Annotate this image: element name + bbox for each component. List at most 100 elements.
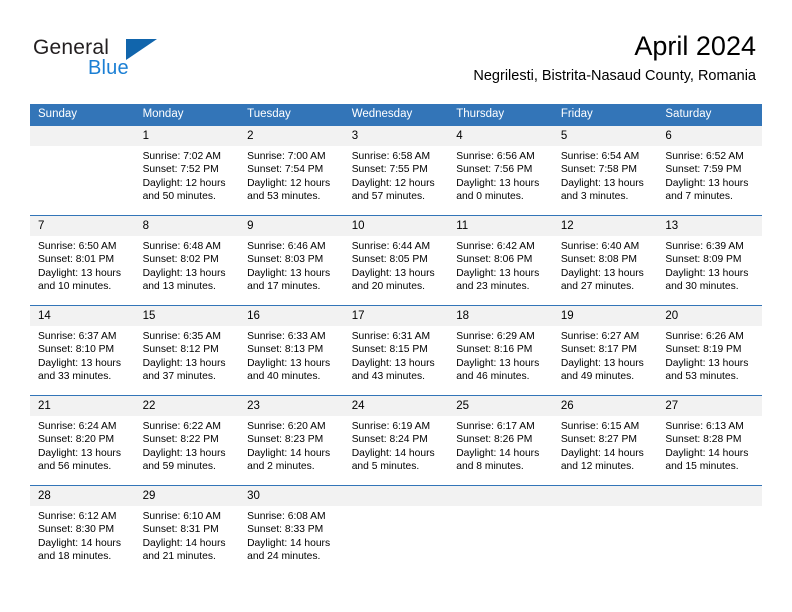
calendar-day-cell[interactable]: 27 Sunrise: 6:13 AM Sunset: 8:28 PM Dayl…	[657, 395, 762, 486]
day-details: Sunrise: 6:35 AM Sunset: 8:12 PM Dayligh…	[135, 326, 240, 383]
calendar-day-cell[interactable]: 8 Sunrise: 6:48 AM Sunset: 8:02 PM Dayli…	[134, 215, 240, 306]
daylight-text-line2: and 20 minutes.	[351, 280, 425, 292]
sunset-text: Sunset: 8:05 PM	[351, 254, 428, 266]
calendar-day-cell[interactable]: 20 Sunrise: 6:26 AM Sunset: 8:19 PM Dayl…	[657, 305, 762, 396]
calendar-day-cell[interactable]: 21 Sunrise: 6:24 AM Sunset: 8:20 PM Dayl…	[30, 395, 135, 486]
daylight-text-line1: Daylight: 13 hours	[665, 357, 749, 369]
calendar-day-cell[interactable]: 13 Sunrise: 6:39 AM Sunset: 8:09 PM Dayl…	[657, 215, 762, 306]
day-cell-inner: 1 Sunrise: 7:02 AM Sunset: 7:52 PM Dayli…	[134, 126, 240, 215]
calendar-day-cell[interactable]: 4 Sunrise: 6:56 AM Sunset: 7:56 PM Dayli…	[448, 126, 553, 216]
day-details: Sunrise: 6:40 AM Sunset: 8:08 PM Dayligh…	[553, 236, 658, 293]
calendar-day-cell[interactable]: 19 Sunrise: 6:27 AM Sunset: 8:17 PM Dayl…	[552, 305, 658, 396]
calendar-day-cell[interactable]: 16 Sunrise: 6:33 AM Sunset: 8:13 PM Dayl…	[239, 305, 344, 396]
sunrise-text: Sunrise: 6:22 AM	[142, 421, 221, 432]
daylight-text-line1: Daylight: 13 hours	[560, 177, 644, 189]
daylight-text-line2: and 7 minutes.	[665, 190, 733, 202]
daylight-text-line1: Daylight: 13 hours	[351, 267, 435, 279]
sunrise-text: Sunrise: 6:58 AM	[351, 151, 431, 162]
daylight-text-line1: Daylight: 14 hours	[38, 537, 121, 549]
calendar-day-cell[interactable]	[657, 485, 762, 575]
calendar-day-cell[interactable]: 22 Sunrise: 6:22 AM Sunset: 8:22 PM Dayl…	[134, 395, 240, 486]
sunrise-text: Sunrise: 6:17 AM	[456, 421, 535, 432]
calendar-day-cell[interactable]: 6 Sunrise: 6:52 AM Sunset: 7:59 PM Dayli…	[657, 126, 762, 216]
sunrise-text: Sunrise: 6:31 AM	[351, 331, 431, 342]
day-number: 16	[239, 306, 344, 326]
day-details: Sunrise: 6:27 AM Sunset: 8:17 PM Dayligh…	[553, 326, 658, 383]
location-subtitle: Negrilesti, Bistrita-Nasaud County, Roma…	[473, 68, 756, 84]
day-cell-inner: 10 Sunrise: 6:44 AM Sunset: 8:05 PM Dayl…	[343, 216, 449, 305]
sunset-text: Sunset: 8:09 PM	[665, 254, 742, 266]
brand-logo[interactable]: General Blue	[33, 36, 233, 86]
day-number: 23	[239, 396, 344, 416]
day-details: Sunrise: 6:24 AM Sunset: 8:20 PM Dayligh…	[30, 416, 135, 473]
calendar-day-cell[interactable]: 7 Sunrise: 6:50 AM Sunset: 8:01 PM Dayli…	[30, 215, 135, 306]
calendar-day-cell[interactable]: 28 Sunrise: 6:12 AM Sunset: 8:30 PM Dayl…	[30, 485, 135, 575]
day-details: Sunrise: 6:19 AM Sunset: 8:24 PM Dayligh…	[344, 416, 449, 473]
sunrise-text: Sunrise: 6:40 AM	[560, 241, 640, 252]
day-cell-inner	[343, 486, 449, 575]
page-header: General Blue April 2024 Negrilesti, Bist…	[0, 0, 792, 100]
day-number: 17	[343, 306, 449, 326]
calendar-day-cell[interactable]: 18 Sunrise: 6:29 AM Sunset: 8:16 PM Dayl…	[448, 305, 553, 396]
day-details: Sunrise: 6:20 AM Sunset: 8:23 PM Dayligh…	[239, 416, 344, 473]
calendar-day-cell[interactable]: 26 Sunrise: 6:15 AM Sunset: 8:27 PM Dayl…	[552, 395, 658, 486]
daylight-text-line2: and 8 minutes.	[456, 460, 524, 472]
day-number	[448, 486, 553, 506]
day-number: 11	[448, 216, 553, 236]
calendar-page: General Blue April 2024 Negrilesti, Bist…	[0, 0, 792, 612]
sunrise-text: Sunrise: 6:44 AM	[351, 241, 431, 252]
calendar-day-cell[interactable]: 30 Sunrise: 6:08 AM Sunset: 8:33 PM Dayl…	[239, 485, 344, 575]
daylight-text-line2: and 12 minutes.	[560, 460, 635, 472]
daylight-text-line2: and 33 minutes.	[38, 370, 112, 382]
sunset-text: Sunset: 8:22 PM	[142, 434, 219, 446]
calendar-day-cell[interactable]	[343, 485, 449, 575]
daylight-text-line2: and 23 minutes.	[456, 280, 530, 292]
day-details: Sunrise: 6:50 AM Sunset: 8:01 PM Dayligh…	[30, 236, 135, 293]
day-number	[343, 486, 449, 506]
calendar-day-cell[interactable]: 23 Sunrise: 6:20 AM Sunset: 8:23 PM Dayl…	[239, 395, 344, 486]
calendar-day-cell[interactable]: 17 Sunrise: 6:31 AM Sunset: 8:15 PM Dayl…	[343, 305, 449, 396]
calendar-day-cell[interactable]: 25 Sunrise: 6:17 AM Sunset: 8:26 PM Dayl…	[448, 395, 553, 486]
sunset-text: Sunset: 8:13 PM	[247, 344, 324, 356]
calendar-day-cell[interactable]: 9 Sunrise: 6:46 AM Sunset: 8:03 PM Dayli…	[239, 215, 344, 306]
day-cell-inner: 27 Sunrise: 6:13 AM Sunset: 8:28 PM Dayl…	[657, 396, 762, 485]
calendar-day-cell[interactable]: 2 Sunrise: 7:00 AM Sunset: 7:54 PM Dayli…	[239, 126, 344, 216]
day-details: Sunrise: 6:56 AM Sunset: 7:56 PM Dayligh…	[448, 146, 553, 203]
calendar-day-cell[interactable]: 1 Sunrise: 7:02 AM Sunset: 7:52 PM Dayli…	[134, 126, 240, 216]
weekday-header-sunday: Sunday	[30, 104, 135, 126]
daylight-text-line1: Daylight: 13 hours	[247, 357, 331, 369]
calendar-day-cell[interactable]: 14 Sunrise: 6:37 AM Sunset: 8:10 PM Dayl…	[30, 305, 135, 396]
calendar-day-cell[interactable]: 3 Sunrise: 6:58 AM Sunset: 7:55 PM Dayli…	[343, 126, 449, 216]
calendar-day-cell[interactable]: 12 Sunrise: 6:40 AM Sunset: 8:08 PM Dayl…	[552, 215, 658, 306]
day-cell-inner: 30 Sunrise: 6:08 AM Sunset: 8:33 PM Dayl…	[239, 486, 344, 575]
daylight-text-line1: Daylight: 12 hours	[351, 177, 435, 189]
daylight-text-line1: Daylight: 13 hours	[560, 357, 644, 369]
calendar-day-cell[interactable]	[552, 485, 658, 575]
day-number: 22	[134, 396, 240, 416]
daylight-text-line1: Daylight: 14 hours	[247, 537, 331, 549]
sunrise-text: Sunrise: 6:20 AM	[247, 421, 326, 432]
day-cell-inner: 4 Sunrise: 6:56 AM Sunset: 7:56 PM Dayli…	[448, 126, 553, 215]
sunrise-text: Sunrise: 6:33 AM	[247, 331, 326, 342]
calendar-week-row: 21 Sunrise: 6:24 AM Sunset: 8:20 PM Dayl…	[30, 395, 762, 486]
calendar-day-cell[interactable]: 24 Sunrise: 6:19 AM Sunset: 8:24 PM Dayl…	[343, 395, 449, 486]
calendar-day-cell[interactable]	[30, 126, 135, 216]
calendar-day-cell[interactable]	[448, 485, 553, 575]
daylight-text-line1: Daylight: 14 hours	[247, 447, 331, 459]
calendar-day-cell[interactable]: 11 Sunrise: 6:42 AM Sunset: 8:06 PM Dayl…	[448, 215, 553, 306]
daylight-text-line2: and 46 minutes.	[456, 370, 530, 382]
calendar-day-cell[interactable]: 15 Sunrise: 6:35 AM Sunset: 8:12 PM Dayl…	[134, 305, 240, 396]
day-number: 25	[448, 396, 553, 416]
day-details: Sunrise: 6:42 AM Sunset: 8:06 PM Dayligh…	[448, 236, 553, 293]
sunrise-text: Sunrise: 6:27 AM	[560, 331, 640, 342]
day-cell-inner: 3 Sunrise: 6:58 AM Sunset: 7:55 PM Dayli…	[343, 126, 449, 215]
day-cell-inner: 6 Sunrise: 6:52 AM Sunset: 7:59 PM Dayli…	[657, 126, 762, 215]
calendar-week-row: 7 Sunrise: 6:50 AM Sunset: 8:01 PM Dayli…	[30, 215, 762, 306]
calendar-day-cell[interactable]: 5 Sunrise: 6:54 AM Sunset: 7:58 PM Dayli…	[552, 126, 658, 216]
calendar-day-cell[interactable]: 29 Sunrise: 6:10 AM Sunset: 8:31 PM Dayl…	[134, 485, 240, 575]
sunset-text: Sunset: 8:17 PM	[560, 344, 637, 356]
calendar-day-cell[interactable]: 10 Sunrise: 6:44 AM Sunset: 8:05 PM Dayl…	[343, 215, 449, 306]
sunrise-text: Sunrise: 6:52 AM	[665, 151, 744, 162]
day-details: Sunrise: 6:15 AM Sunset: 8:27 PM Dayligh…	[553, 416, 658, 473]
day-cell-inner: 2 Sunrise: 7:00 AM Sunset: 7:54 PM Dayli…	[239, 126, 344, 215]
